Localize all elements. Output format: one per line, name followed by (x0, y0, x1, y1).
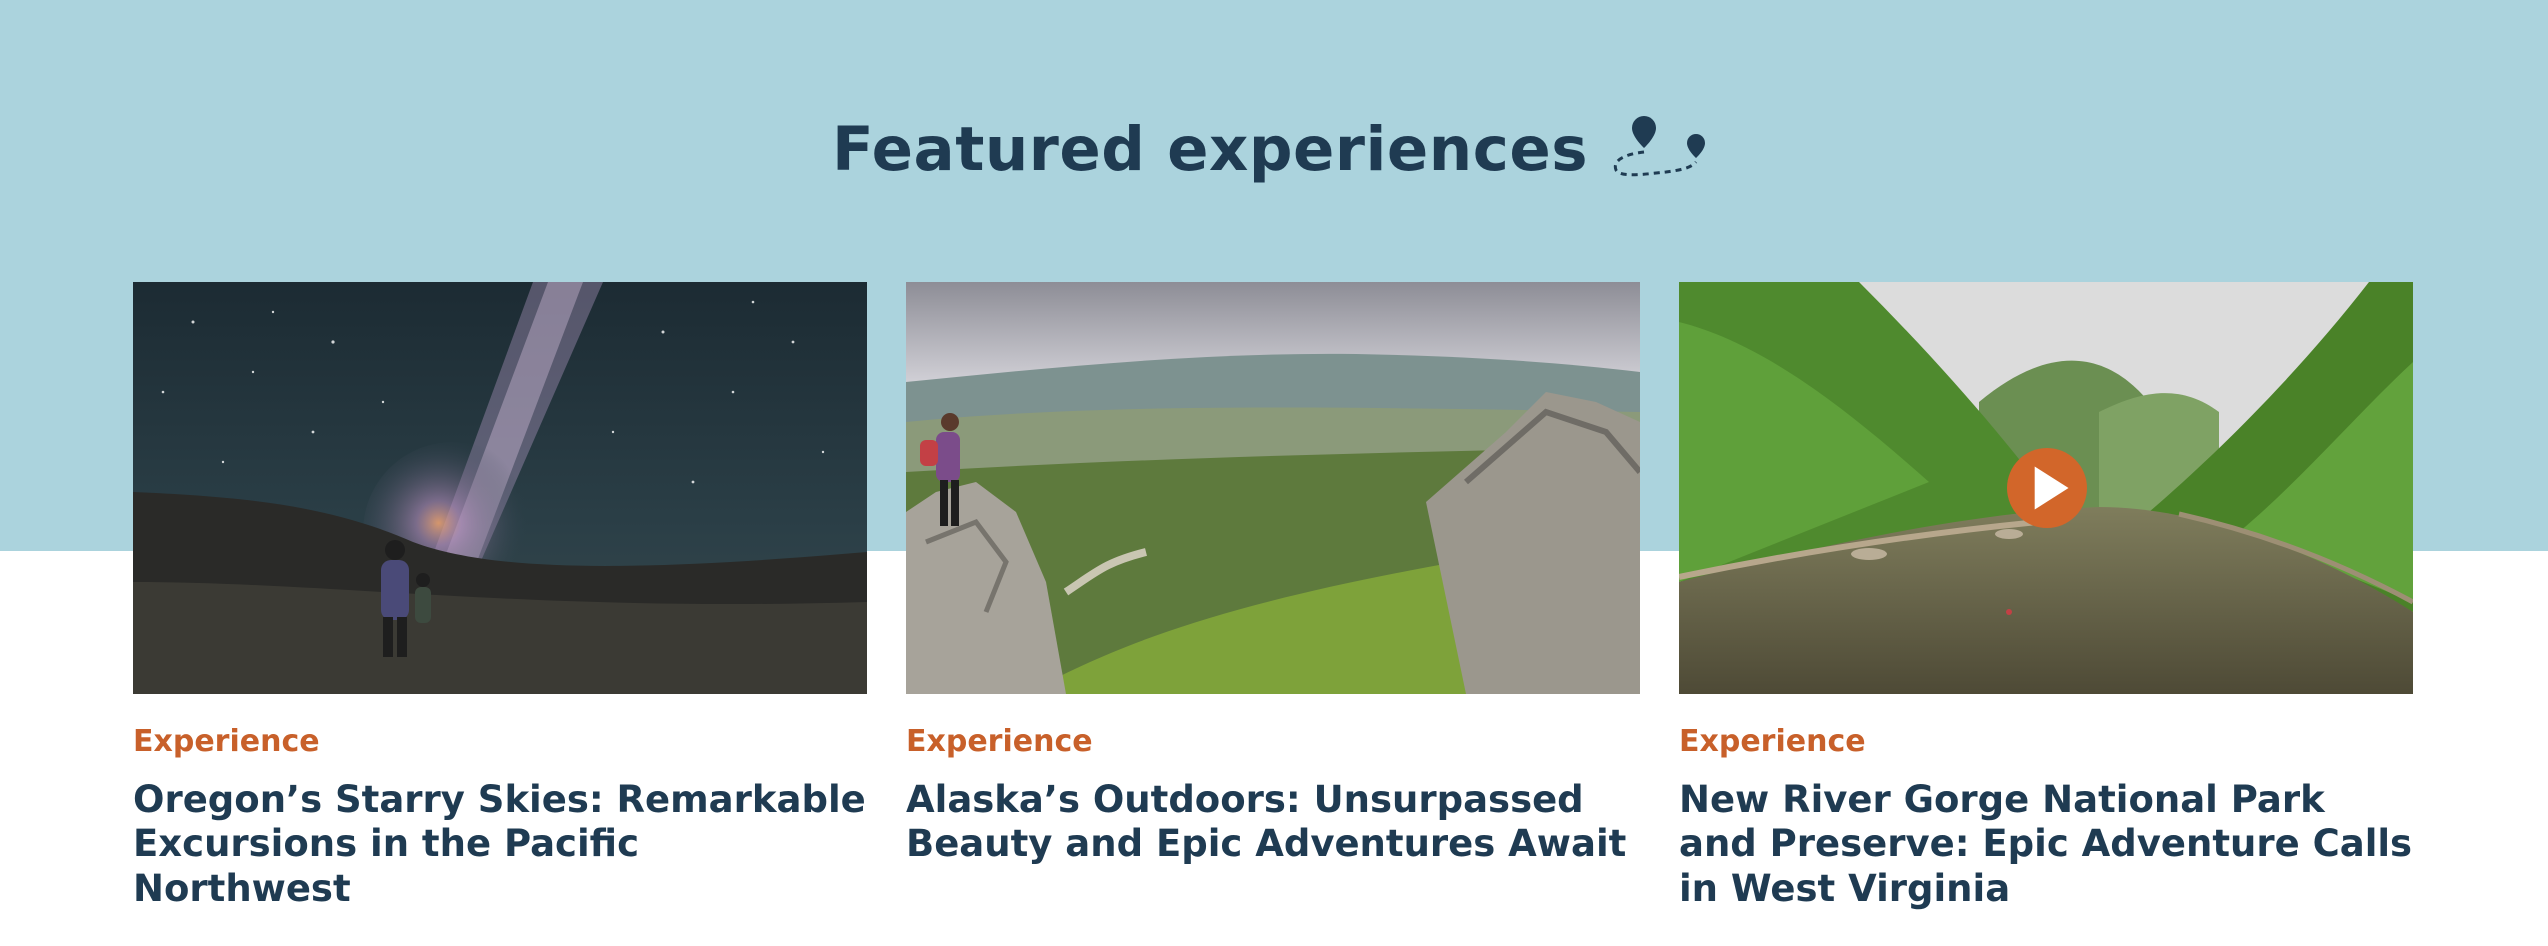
experience-card[interactable]: Experience Alaska’s Outdoors: Unsurpasse… (906, 282, 1640, 867)
card-title-link[interactable]: New River Gorge National Park and Preser… (1679, 778, 2413, 911)
featured-header: Featured experiences (0, 116, 2548, 182)
river-gorge-forest-photo[interactable] (1679, 282, 2413, 694)
map-route-pins-icon (1613, 116, 1706, 177)
alaska-valley-hiker-on-rocks-photo[interactable] (906, 282, 1640, 694)
experience-card[interactable]: Experience New River Gorge National Park… (1679, 282, 2413, 911)
card-tag: Experience (1679, 724, 1866, 759)
card-tag: Experience (906, 724, 1093, 759)
section-heading: Featured experiences (831, 113, 1589, 185)
night-sky-milky-way-hikers-photo[interactable] (133, 282, 867, 694)
play-video-button[interactable] (2007, 448, 2087, 528)
card-title-link[interactable]: Alaska’s Outdoors: Unsurpassed Beauty an… (906, 778, 1640, 867)
card-title-link[interactable]: Oregon’s Starry Skies: Remarkable Excurs… (133, 778, 867, 911)
experience-card[interactable]: Experience Oregon’s Starry Skies: Remark… (133, 282, 867, 911)
card-tag: Experience (133, 724, 320, 759)
play-icon (2034, 466, 2069, 510)
